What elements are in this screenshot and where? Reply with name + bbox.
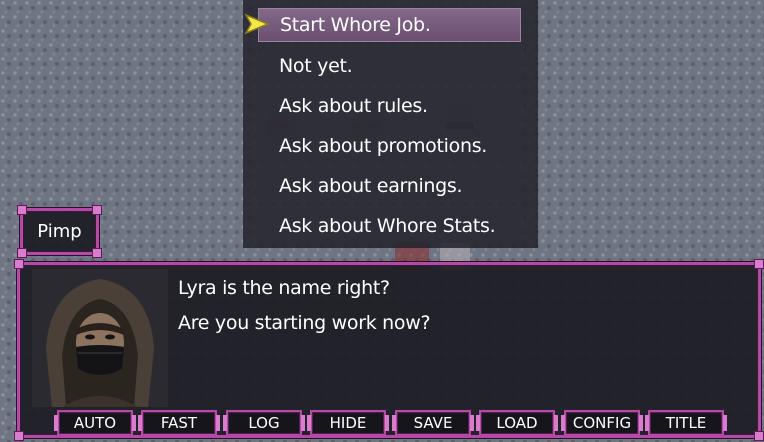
choice-menu: Start Whore Job. Not yet. Ask about rule… — [243, 0, 538, 248]
speaker-name: Pimp — [37, 221, 82, 242]
choice-ask-about-whore-stats[interactable]: Ask about Whore Stats. — [258, 209, 521, 243]
load-button[interactable]: LOAD — [476, 410, 558, 436]
choice-ask-about-rules[interactable]: Ask about rules. — [258, 89, 521, 123]
auto-button[interactable]: AUTO — [54, 410, 136, 436]
choice-ask-about-promotions[interactable]: Ask about promotions. — [258, 129, 521, 163]
choice-start-whore-job[interactable]: Start Whore Job. — [258, 8, 521, 42]
choice-ask-about-earnings[interactable]: Ask about earnings. — [258, 169, 521, 203]
config-button[interactable]: CONFIG — [561, 410, 643, 436]
message-line-2: Are you starting work now? — [178, 312, 431, 334]
choice-label: Ask about earnings. — [279, 175, 463, 197]
choice-label: Not yet. — [279, 55, 353, 77]
selection-arrow-icon — [244, 13, 270, 35]
message-line-1: Lyra is the name right? — [178, 277, 390, 299]
speaker-name-box: Pimp — [17, 205, 102, 258]
choice-label: Ask about rules. — [279, 95, 428, 117]
save-button[interactable]: SAVE — [392, 410, 474, 436]
choice-label: Ask about Whore Stats. — [279, 215, 496, 237]
choice-label: Start Whore Job. — [280, 14, 431, 36]
choice-not-yet[interactable]: Not yet. — [258, 49, 521, 83]
choice-label: Ask about promotions. — [279, 135, 488, 157]
title-button[interactable]: TITLE — [645, 410, 727, 436]
hooded-masked-man-portrait — [32, 269, 168, 407]
log-button[interactable]: LOG — [223, 410, 305, 436]
fast-button[interactable]: FAST — [138, 410, 220, 436]
hide-button[interactable]: HIDE — [307, 410, 389, 436]
